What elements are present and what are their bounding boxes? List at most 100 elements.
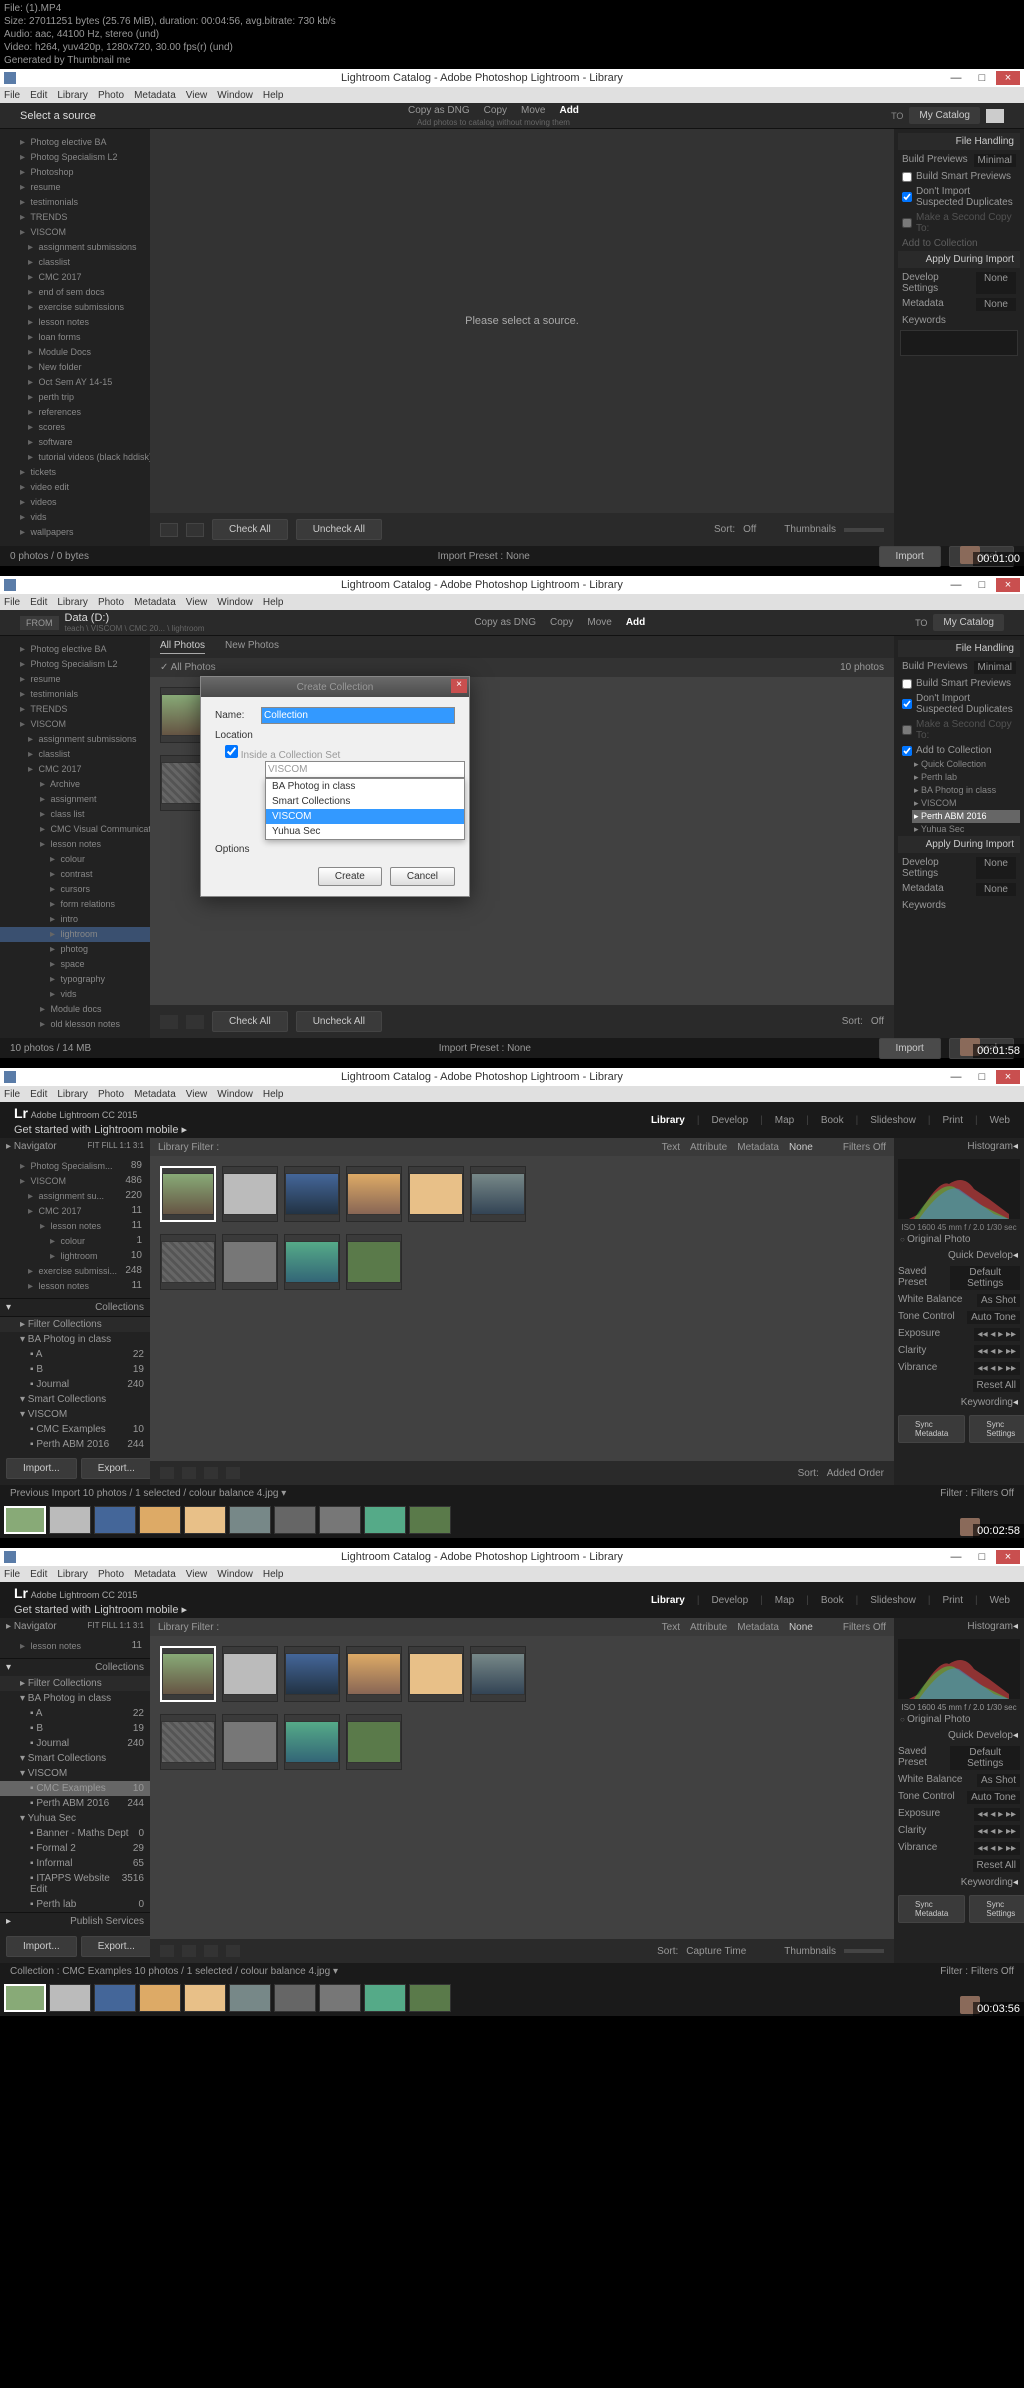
tree-item[interactable]: ▸ Photog Specialism L2	[0, 150, 150, 165]
thumbnail[interactable]	[347, 1241, 401, 1283]
menu-view[interactable]: View	[186, 90, 208, 101]
tree-item[interactable]: ▸ Photoshop	[0, 165, 150, 180]
tree-item[interactable]: ▸ exercise submissi...248	[0, 1264, 150, 1279]
menu-metadata[interactable]: Metadata	[134, 1089, 176, 1100]
menu-photo[interactable]: Photo	[98, 1089, 124, 1100]
survey-view-icon[interactable]	[226, 1467, 240, 1479]
sort-value[interactable]: Capture Time	[686, 1946, 746, 1957]
grid-view-icon[interactable]	[160, 1467, 174, 1479]
tree-item[interactable]: ▸ tutorial videos (black hddisk)	[0, 450, 150, 465]
tree-item[interactable]: ▸ assignment submissions	[0, 732, 150, 747]
tree-item[interactable]: ▸ classlist	[0, 255, 150, 270]
filmstrip-thumbnail[interactable]	[319, 1506, 361, 1534]
tree-item[interactable]: ▸ CMC 2017	[0, 270, 150, 285]
compare-view-icon[interactable]	[204, 1467, 218, 1479]
file-handling-header[interactable]: File Handling	[898, 133, 1020, 150]
apply-import-header[interactable]: Apply During Import	[898, 251, 1020, 268]
tree-item[interactable]: ▸ Photog elective BA	[0, 642, 150, 657]
tree-item[interactable]: ▸ Oct Sem AY 14-15	[0, 375, 150, 390]
menu-photo[interactable]: Photo	[98, 1569, 124, 1580]
menu-help[interactable]: Help	[263, 1089, 284, 1100]
tree-item[interactable]: ▸ wallpapers	[0, 525, 150, 540]
tree-item[interactable]: ▸ classlist	[0, 747, 150, 762]
loupe-view-icon[interactable]	[182, 1467, 196, 1479]
tree-item[interactable]: ▸ perth trip	[0, 390, 150, 405]
module-book[interactable]: Book	[821, 1595, 844, 1606]
action-add[interactable]: Add	[626, 617, 645, 628]
menu-library[interactable]: Library	[57, 90, 88, 101]
module-book[interactable]: Book	[821, 1115, 844, 1126]
filmstrip-thumbnail[interactable]	[409, 1984, 451, 2012]
collection-item[interactable]: ▪ Informal65	[0, 1856, 150, 1871]
tree-item[interactable]: ▸ New folder	[0, 360, 150, 375]
tree-item[interactable]: ▸ Archive	[0, 777, 150, 792]
tree-item[interactable]: ▸ testimonials	[0, 687, 150, 702]
filmstrip-thumbnail[interactable]	[184, 1984, 226, 2012]
minimize-button[interactable]: —	[944, 71, 968, 85]
thumbnail[interactable]	[471, 1653, 525, 1695]
my-catalog-button[interactable]: My Catalog	[909, 107, 980, 124]
import-button[interactable]: Import	[879, 1038, 941, 1059]
reset-all-button[interactable]: Reset All	[973, 1379, 1020, 1392]
tree-item[interactable]: ▸ end of sem docs	[0, 285, 150, 300]
module-web[interactable]: Web	[990, 1595, 1010, 1606]
sync-settings-button[interactable]: Sync Settings	[969, 1415, 1024, 1443]
maximize-button[interactable]: □	[970, 71, 994, 85]
tree-item[interactable]: ▸ VISCOM	[0, 717, 150, 732]
tree-item[interactable]: ▸ tickets	[0, 465, 150, 480]
filmstrip-thumbnail[interactable]	[319, 1984, 361, 2012]
tree-item[interactable]: ▸ Module Docs	[0, 345, 150, 360]
filmstrip-thumbnail[interactable]	[94, 1506, 136, 1534]
menu-photo[interactable]: Photo	[98, 597, 124, 608]
collection-item[interactable]: ▪ Perth lab0	[0, 1897, 150, 1912]
collection-item[interactable]: ▾ VISCOM	[0, 1766, 150, 1781]
menu-view[interactable]: View	[186, 1089, 208, 1100]
filmstrip-thumbnail[interactable]	[409, 1506, 451, 1534]
thumbnail[interactable]	[223, 1241, 277, 1283]
filmstrip[interactable]	[0, 1502, 1024, 1538]
collection-option[interactable]: ▸ Quick Collection	[912, 758, 1020, 771]
uncheck-all-button[interactable]: Uncheck All	[296, 519, 382, 540]
tree-item[interactable]: ▸ Photog Specialism L2	[0, 657, 150, 672]
tree-item[interactable]: ▸ video edit	[0, 480, 150, 495]
module-map[interactable]: Map	[775, 1115, 794, 1126]
thumbnail[interactable]	[161, 1241, 215, 1283]
tree-item[interactable]: ▸ loan forms	[0, 330, 150, 345]
thumbnail[interactable]	[347, 1173, 401, 1215]
action-move[interactable]: Move	[521, 105, 545, 116]
check-all-button[interactable]: Check All	[212, 519, 288, 540]
tree-item[interactable]: ▸ lesson notes11	[0, 1219, 150, 1234]
thumbnail[interactable]	[285, 1721, 339, 1763]
tree-item[interactable]: ▸ VISCOM	[0, 225, 150, 240]
filmstrip-thumbnail[interactable]	[49, 1984, 91, 2012]
grid-view-icon[interactable]	[160, 1015, 178, 1029]
menu-metadata[interactable]: Metadata	[134, 597, 176, 608]
thumbnail-slider[interactable]	[844, 528, 884, 532]
tree-item[interactable]: ▸ CMC 2017	[0, 762, 150, 777]
thumbnail[interactable]	[162, 1173, 214, 1215]
filmstrip[interactable]	[0, 1980, 1024, 2016]
import-button[interactable]: Import	[879, 546, 941, 567]
filmstrip-thumbnail[interactable]	[49, 1506, 91, 1534]
thumbnail[interactable]	[347, 1653, 401, 1695]
tree-item[interactable]: ▸ cursors	[0, 882, 150, 897]
tree-item[interactable]: ▸ vids	[0, 510, 150, 525]
tree-item[interactable]: ▸ CMC Visual Communication...	[0, 822, 150, 837]
module-slideshow[interactable]: Slideshow	[870, 1115, 916, 1126]
get-started-link[interactable]: Get started with Lightroom mobile ▸	[14, 1123, 187, 1136]
collection-item[interactable]: ▾ VISCOM	[0, 1407, 150, 1422]
tree-item[interactable]: ▸ Photog Specialism...89	[0, 1159, 150, 1174]
menu-help[interactable]: Help	[263, 1569, 284, 1580]
thumbnail[interactable]	[285, 1653, 339, 1695]
dropdown-option[interactable]: BA Photog in class	[266, 779, 464, 794]
cancel-button[interactable]: Cancel	[390, 867, 455, 886]
tree-item[interactable]: ▸ references	[0, 405, 150, 420]
collection-item[interactable]: ▪ Journal240	[0, 1736, 150, 1751]
collection-item[interactable]: ▾ Yuhua Sec	[0, 1811, 150, 1826]
file-handling-header[interactable]: File Handling	[898, 640, 1020, 657]
filmstrip-thumbnail[interactable]	[274, 1506, 316, 1534]
loupe-view-icon[interactable]	[186, 1015, 204, 1029]
thumbnail[interactable]	[471, 1173, 525, 1215]
sort-value[interactable]: Added Order	[827, 1468, 884, 1479]
tree-item[interactable]: ▸ space	[0, 957, 150, 972]
